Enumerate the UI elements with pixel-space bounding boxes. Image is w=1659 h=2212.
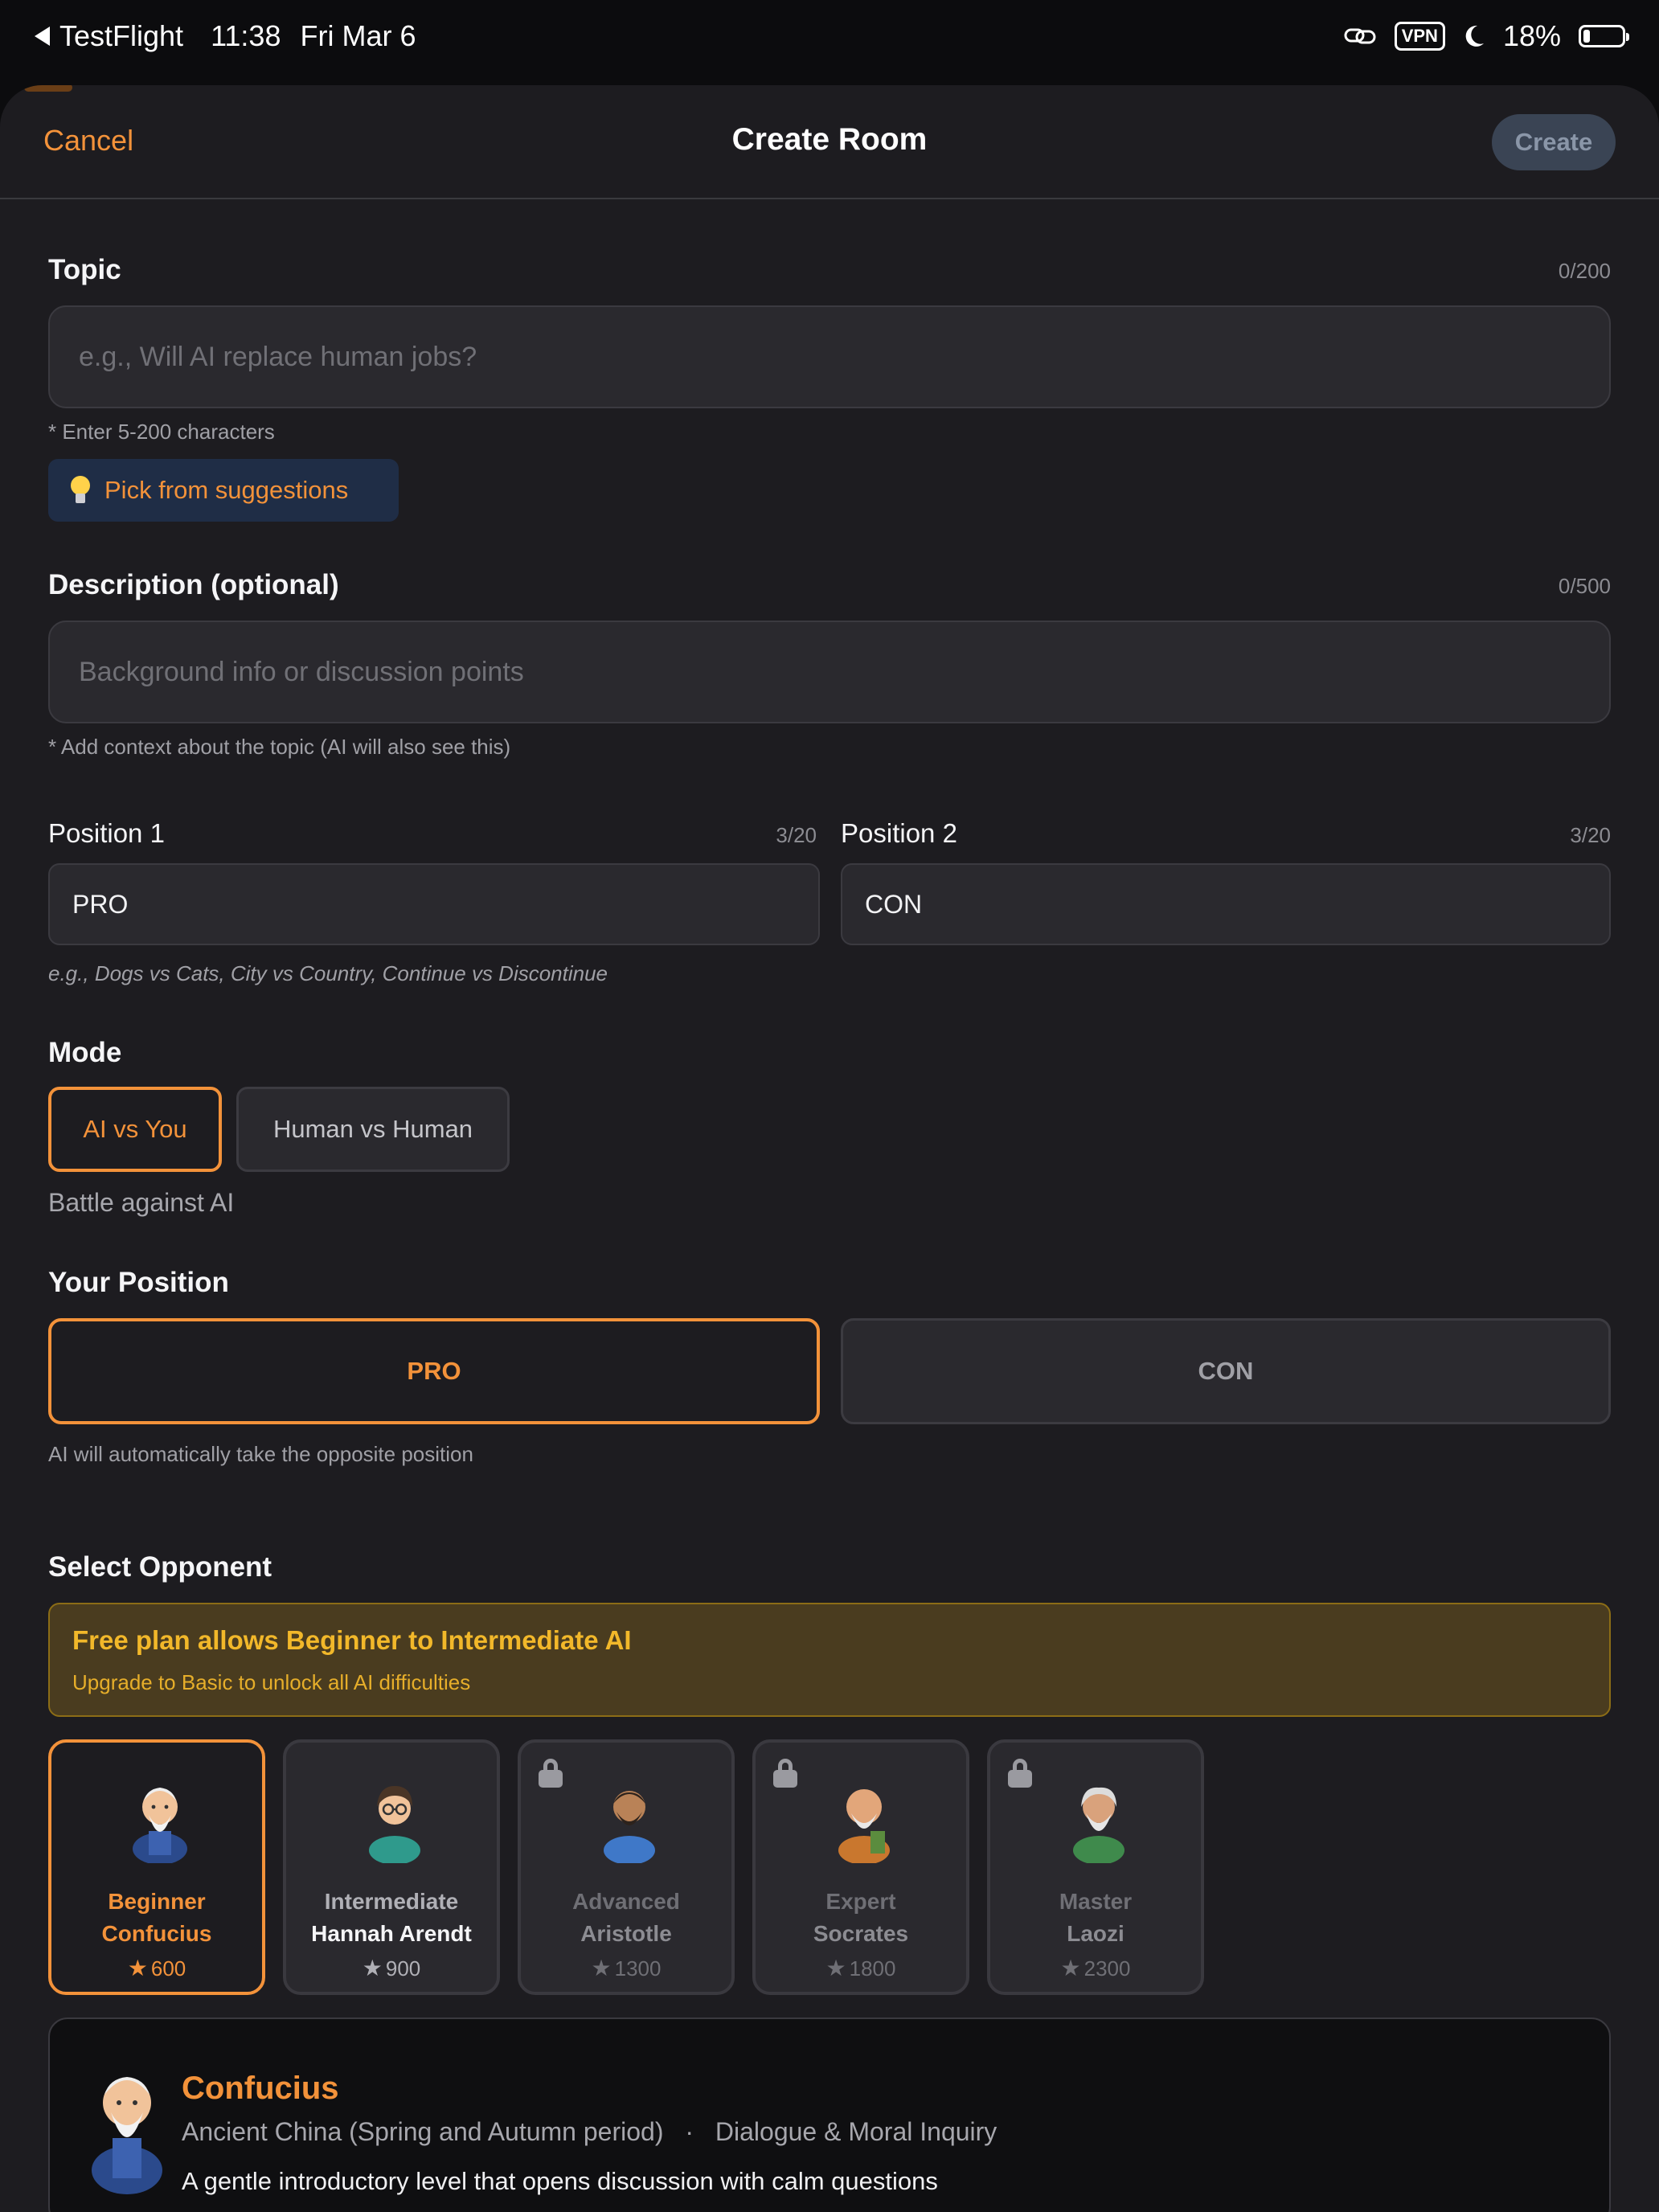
confucius-avatar-icon: [133, 1788, 187, 1863]
card-name: Laozi: [1067, 1921, 1124, 1946]
card-name: Hannah Arendt: [311, 1921, 472, 1946]
position2-label: Position 2: [841, 818, 957, 848]
opponent-detail-panel: Confucius Ancient China (Spring and Autu…: [48, 2017, 1611, 2212]
mode-description: Battle against AI: [48, 1188, 235, 1217]
select-opponent-label: Select Opponent: [48, 1551, 272, 1583]
star-icon: ★: [362, 1956, 383, 1981]
position2-counter: 3/20: [1570, 823, 1611, 847]
your-position-label: Your Position: [48, 1267, 229, 1298]
plan-limit-banner: Free plan allows Beginner to Intermediat…: [48, 1603, 1611, 1717]
create-button[interactable]: Create: [1492, 114, 1616, 170]
socrates-avatar-icon: [838, 1789, 890, 1863]
card-name: Socrates: [813, 1921, 909, 1946]
back-to-app[interactable]: TestFlight: [34, 19, 183, 53]
vpn-badge: VPN: [1394, 22, 1445, 51]
topic-label: Topic: [48, 254, 121, 285]
aristotle-avatar-icon: [604, 1791, 655, 1863]
position2-input[interactable]: CON: [841, 863, 1611, 945]
card-name: Confucius: [101, 1921, 212, 1946]
description-label: Description (optional): [48, 569, 339, 600]
detail-name: Confucius: [182, 2071, 339, 2106]
card-rating: 2300: [1083, 1956, 1131, 1981]
lock-icon: [773, 1759, 797, 1788]
topic-input[interactable]: e.g., Will AI replace human jobs?: [48, 305, 1611, 408]
star-icon: ★: [1060, 1956, 1081, 1981]
battery-fill: [1583, 30, 1590, 43]
back-app-label: TestFlight: [59, 19, 184, 52]
mode-human-vs-human-button[interactable]: Human vs Human: [236, 1087, 510, 1172]
your-position-hint: AI will automatically take the opposite …: [48, 1442, 473, 1466]
status-bar: TestFlight 11:38 Fri Mar 6 VPN 18%: [0, 0, 1659, 72]
lock-icon: [1008, 1759, 1032, 1788]
card-level: Intermediate: [324, 1889, 459, 1914]
positions-hint: e.g., Dogs vs Cats, City vs Country, Con…: [48, 961, 608, 985]
hannah-arendt-avatar-icon: [369, 1786, 420, 1863]
status-time: 11:38: [211, 19, 281, 52]
battery-icon: [1579, 25, 1629, 47]
battery-percent: 18%: [1502, 19, 1561, 52]
moon-icon: [1465, 25, 1484, 47]
card-level: Beginner: [108, 1889, 206, 1914]
opponent-card-master[interactable]: Master Laozi ★ 2300: [987, 1739, 1204, 1995]
detail-era: Ancient China (Spring and Autumn period): [182, 2117, 664, 2146]
your-position-con-button[interactable]: CON: [841, 1318, 1611, 1424]
card-rating: 1800: [849, 1956, 896, 1981]
star-icon: ★: [127, 1956, 148, 1981]
star-icon: ★: [825, 1956, 846, 1981]
card-level: Advanced: [572, 1889, 680, 1914]
mode-ai-vs-you-button[interactable]: AI vs You: [48, 1087, 222, 1172]
your-position-pro-button[interactable]: PRO: [48, 1318, 820, 1424]
position1-input[interactable]: PRO: [48, 863, 820, 945]
opponent-card-intermediate[interactable]: Intermediate Hannah Arendt ★ 900: [283, 1739, 500, 1995]
laozi-avatar-icon: [1073, 1787, 1124, 1863]
detail-separator: ·: [685, 2117, 694, 2146]
mode-label: Mode: [48, 1037, 122, 1068]
description-hint: * Add context about the topic (AI will a…: [48, 735, 511, 759]
pick-suggestions-label: Pick from suggestions: [104, 476, 349, 504]
detail-description: A gentle introductory level that opens d…: [182, 2167, 938, 2195]
card-rating: 1300: [614, 1956, 662, 1981]
pick-suggestions-button[interactable]: Pick from suggestions: [48, 459, 399, 522]
lock-icon: [539, 1759, 563, 1788]
plan-banner-subtitle: Upgrade to Basic to unlock all AI diffic…: [72, 1670, 471, 1694]
detail-meta: Ancient China (Spring and Autumn period)…: [182, 2117, 997, 2147]
opponent-card-beginner[interactable]: Beginner Confucius ★ 600: [48, 1739, 265, 1995]
topic-counter: 0/200: [1558, 259, 1611, 283]
detail-style: Dialogue & Moral Inquiry: [715, 2117, 997, 2146]
topic-hint: * Enter 5-200 characters: [48, 420, 275, 444]
card-level: Master: [1059, 1889, 1133, 1914]
back-triangle-icon: [35, 27, 50, 46]
star-icon: ★: [591, 1956, 612, 1981]
card-level: Expert: [825, 1889, 896, 1914]
nav-bar: Cancel Create Room Create: [0, 85, 1659, 199]
description-counter: 0/500: [1558, 574, 1611, 598]
position1-counter: 3/20: [776, 823, 817, 847]
page-title: Create Room: [731, 122, 928, 157]
create-room-sheet: Cancel Create Room Create Topic 0/200 e.…: [0, 85, 1659, 2212]
plan-banner-title: Free plan allows Beginner to Intermediat…: [72, 1625, 632, 1655]
link-icon: [1344, 28, 1376, 44]
position1-label: Position 1: [48, 818, 165, 848]
card-rating: 600: [150, 1956, 186, 1981]
card-name: Aristotle: [580, 1921, 672, 1946]
opponent-card-expert[interactable]: Expert Socrates ★ 1800: [752, 1739, 969, 1995]
description-input[interactable]: Background info or discussion points: [48, 621, 1611, 723]
card-rating: 900: [385, 1956, 421, 1981]
opponent-card-advanced[interactable]: Advanced Aristotle ★ 1300: [518, 1739, 735, 1995]
lightbulb-icon: [71, 476, 90, 505]
confucius-portrait-icon: [92, 2077, 162, 2194]
status-date: Fri Mar 6: [300, 19, 416, 52]
